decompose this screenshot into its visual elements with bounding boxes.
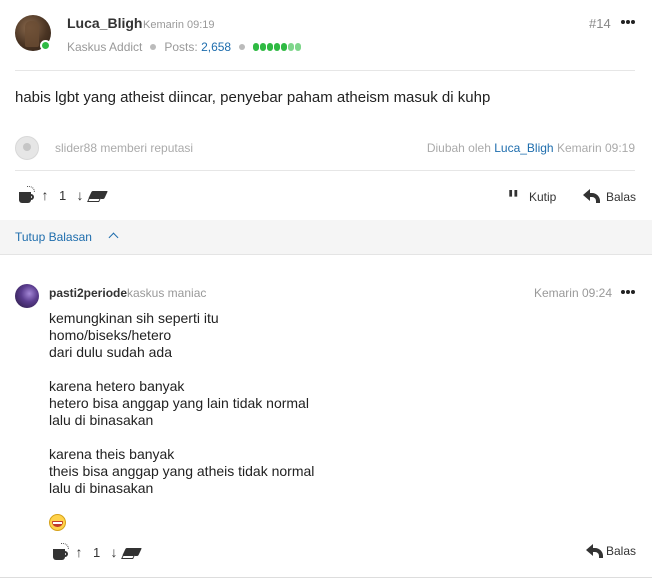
reply-line: lalu di binasakan (49, 412, 154, 428)
reputation-dot (260, 42, 267, 51)
reputation-giver-avatar[interactable] (15, 136, 39, 160)
reply-downvote-arrow-icon[interactable]: ↓ (108, 544, 120, 560)
vote-count: 1 (59, 188, 67, 203)
reply-line: kemungkinan sih seperti itu (49, 310, 219, 326)
upvote-arrow-icon[interactable]: ↑ (39, 187, 51, 203)
user-rank: Kaskus Addict (67, 40, 143, 54)
post-card: Luca_Bligh Kemarin 09:19 #14 Kaskus Addi… (0, 0, 652, 220)
reply-line (49, 361, 314, 378)
post-username[interactable]: Luca_Bligh (67, 15, 142, 31)
online-status-indicator (40, 40, 51, 51)
reply-more-options-icon[interactable] (621, 290, 635, 296)
downvote-arrow-icon[interactable]: ↓ (74, 187, 86, 203)
edited-time: Kemarin 09:19 (556, 141, 635, 155)
reply-line: theis bisa anggap yang atheis tidak norm… (49, 463, 315, 479)
reply-bata-brick-icon[interactable] (121, 547, 142, 559)
reply-upvote-arrow-icon[interactable]: ↑ (73, 544, 85, 560)
reply-button[interactable]: Balas (606, 190, 636, 204)
more-options-icon[interactable] (621, 20, 635, 26)
reply-line: dari dulu sudah ada (49, 344, 172, 360)
divider (15, 70, 635, 71)
reply-line: karena hetero banyak (49, 378, 185, 394)
reputation-dot (267, 42, 274, 51)
reply-rank: kaskus maniac (127, 286, 207, 300)
reply-line: hetero bisa anggap yang lain tidak norma… (49, 395, 309, 411)
user-meta: Kaskus Addict Posts: 2,658 (67, 40, 302, 55)
divider (0, 577, 652, 581)
reply-body: kemungkinan sih seperti itu homo/biseks/h… (49, 310, 314, 497)
bata-brick-icon[interactable] (87, 190, 108, 202)
quote-button[interactable]: Kutip (529, 190, 556, 204)
reply-cendol-cup-icon[interactable] (52, 543, 70, 561)
reply-avatar[interactable] (15, 284, 39, 308)
reply-reply-icon[interactable] (586, 543, 604, 559)
post-number[interactable]: #14 (589, 16, 611, 31)
close-replies-link[interactable]: Tutup Balasan (15, 230, 92, 244)
reply-timestamp: Kemarin 09:24 (533, 286, 612, 300)
edited-prefix: Diubah oleh (426, 141, 491, 155)
post-timestamp: Kemarin 09:19 (143, 19, 215, 31)
divider (15, 170, 635, 171)
reply-reply-button[interactable]: Balas (606, 544, 636, 558)
reply-icon[interactable] (583, 188, 601, 204)
posts-label: Posts: (164, 40, 198, 54)
post-body: habis lgbt yang atheist diincar, penyeba… (15, 89, 491, 106)
laughing-emoji-icon (49, 514, 66, 531)
reply-line: lalu di binasakan (49, 480, 154, 496)
edited-note: Diubah oleh Luca_Bligh Kemarin 09:19 (427, 141, 635, 155)
reply-line: homo/biseks/hetero (49, 327, 172, 343)
edited-by-link[interactable]: Luca_Bligh (494, 141, 553, 155)
reputation-dot (288, 42, 295, 51)
reputation-dot (253, 42, 260, 51)
reputation-note: slider88 memberi reputasi (55, 141, 194, 155)
reply-vote-count: 1 (93, 545, 101, 560)
reputation-bar (253, 40, 302, 54)
cendol-cup-icon[interactable] (18, 186, 36, 204)
chevron-up-icon[interactable] (108, 232, 119, 243)
reply-line: karena theis banyak (49, 446, 175, 462)
reply-line (49, 429, 314, 446)
reputation-dot (295, 42, 302, 51)
replies-toggle-bar: Tutup Balasan (0, 220, 652, 255)
reply-card: pasti2periode kaskus maniac Kemarin 09:2… (0, 256, 652, 581)
posts-count[interactable]: 2,658 (201, 40, 231, 54)
reply-username[interactable]: pasti2periode (49, 286, 127, 300)
quote-icon[interactable]: " (507, 188, 519, 212)
reputation-dot (274, 42, 281, 51)
reputation-dot (281, 42, 288, 51)
